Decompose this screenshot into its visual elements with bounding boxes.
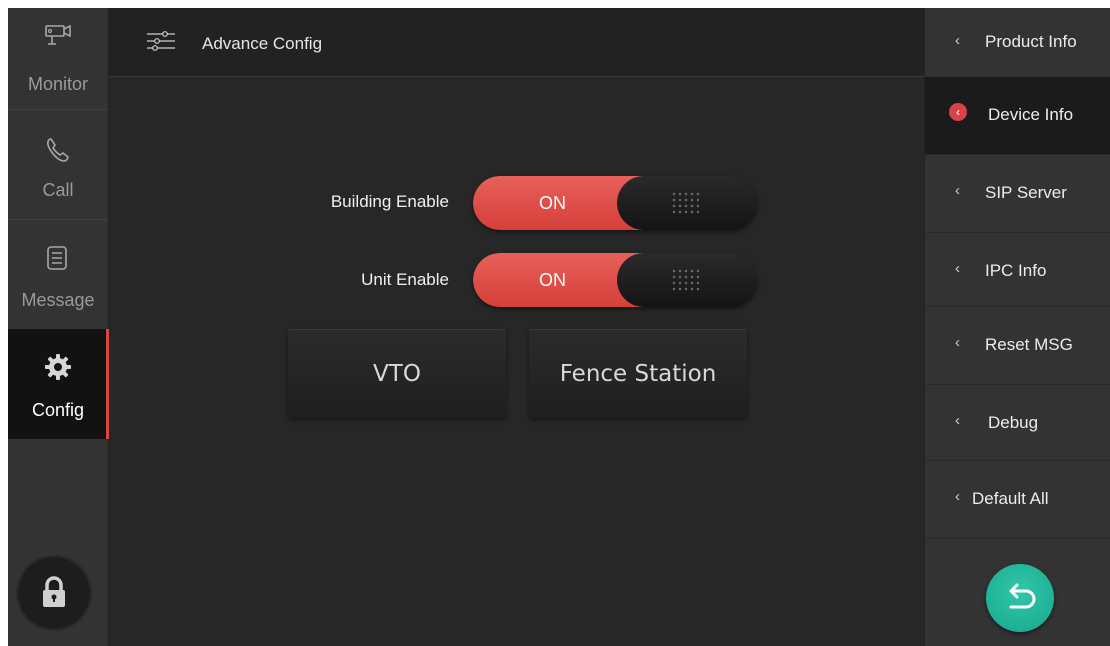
gear-icon	[45, 354, 71, 380]
menu-item-label: Default All	[972, 489, 1049, 508]
left-sidebar: Monitor Call Message Config	[8, 8, 109, 646]
unit-enable-toggle[interactable]: ON	[473, 253, 757, 307]
menu-item-label: Debug	[988, 413, 1039, 432]
building-enable-label: Building Enable	[330, 192, 449, 211]
sidebar-item-config[interactable]: Config	[8, 329, 109, 439]
menu-item-label: Reset MSG	[985, 335, 1073, 354]
vto-button-label: VTO	[373, 361, 421, 387]
menu-item-debug[interactable]: ‹ Debug	[925, 385, 1110, 462]
page-title: Advance Config	[202, 34, 323, 53]
chevron-left-icon: ‹	[955, 260, 960, 277]
grip-icon	[671, 191, 699, 215]
chevron-left-icon: ‹	[955, 488, 960, 505]
toggle-state: ON	[539, 193, 566, 213]
chevron-left-icon: ‹	[955, 412, 960, 429]
menu-item-sip-server[interactable]: ‹ SIP Server	[925, 155, 1110, 232]
right-menu: ‹ Product Info ‹ Device Info ‹ SIP Serve…	[924, 8, 1110, 646]
menu-item-ipc-info[interactable]: ‹ IPC Info	[925, 233, 1110, 310]
sidebar-item-label: Monitor	[27, 74, 89, 94]
menu-item-device-info[interactable]: ‹ Device Info	[925, 77, 1110, 154]
menu-item-reset-msg[interactable]: ‹ Reset MSG	[925, 307, 1110, 384]
phone-icon	[47, 138, 69, 162]
lock-button[interactable]	[16, 555, 92, 631]
toggle-knob[interactable]	[617, 176, 757, 230]
toggle-knob[interactable]	[617, 253, 757, 307]
menu-item-label: Product Info	[985, 32, 1077, 51]
divider	[8, 219, 108, 220]
sidebar-item-label: Call	[42, 180, 74, 200]
menu-item-product-info[interactable]: ‹ Product Info	[925, 8, 1110, 76]
sidebar-item-message[interactable]: Message	[8, 228, 108, 338]
sidebar-item-call[interactable]: Call	[8, 118, 108, 228]
sidebar-item-monitor[interactable]: Monitor	[8, 8, 108, 118]
camera-icon	[45, 24, 71, 45]
menu-item-label: Device Info	[988, 105, 1074, 124]
message-icon	[47, 246, 67, 270]
sidebar-item-label: Config	[31, 400, 85, 420]
menu-item-default-all[interactable]: ‹ Default All	[925, 461, 1110, 538]
vto-button[interactable]: VTO	[288, 329, 506, 418]
sliders-icon	[147, 31, 175, 51]
chevron-left-icon: ‹	[955, 334, 960, 351]
divider	[925, 538, 1110, 539]
menu-item-label: IPC Info	[985, 261, 1047, 280]
sidebar-item-label: Message	[21, 290, 95, 310]
toggle-state: ON	[539, 270, 566, 290]
back-arrow-icon	[1009, 583, 1036, 609]
lock-icon	[43, 576, 65, 607]
divider	[8, 109, 108, 110]
fence-station-button-label: Fence Station	[559, 361, 717, 387]
back-button[interactable]	[986, 564, 1054, 632]
menu-item-label: SIP Server	[985, 183, 1067, 202]
header-bar: Advance Config	[109, 8, 924, 77]
app-window: Monitor Call Message Config Advance Conf…	[8, 8, 1110, 646]
unit-enable-label: Unit Enable	[361, 270, 449, 289]
building-enable-toggle[interactable]: ON	[473, 176, 757, 230]
chevron-left-icon: ‹	[955, 32, 960, 49]
fence-station-button[interactable]: Fence Station	[529, 329, 747, 418]
chevron-left-icon: ‹	[955, 182, 960, 199]
chevron-left-icon: ‹	[949, 103, 967, 121]
grip-icon	[671, 268, 699, 292]
